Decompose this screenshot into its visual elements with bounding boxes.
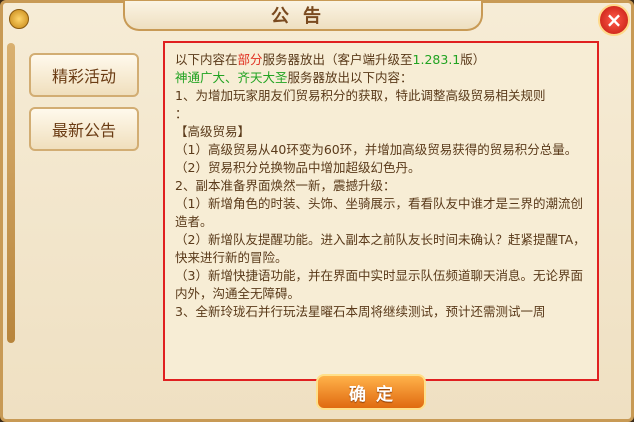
sidebar-item-events[interactable]: 精彩活动 — [29, 53, 139, 97]
sidebar-item-label: 精彩活动 — [51, 67, 116, 86]
announcement-line: 2、副本准备界面焕然一新，震撼升级： — [175, 178, 396, 193]
announcement-line: 神通广大、齐天大圣服务器放出以下内容： — [175, 70, 413, 85]
sidebar-item-announcements[interactable]: 最新公告 — [29, 107, 139, 151]
announcement-line: （3）新增快捷语功能，并在界面中实时显示队伍频道聊天消息。无论界面内外，沟通全无… — [175, 268, 583, 301]
announcement-line: ： — [175, 106, 188, 121]
announcement-dialog: 公告 精彩活动 最新公告 以下内容在部分服务器放出（客户端升级至1.283.1版… — [0, 0, 634, 422]
title-bar: 公告 — [123, 1, 483, 31]
announcement-line: （1）高级贸易从40环变为60环，并增加高级贸易获得的贸易积分总量。 — [175, 142, 578, 157]
corner-knot-icon — [9, 9, 29, 29]
sidebar-item-label: 最新公告 — [51, 121, 116, 140]
announcement-line: （2）新增队友提醒功能。进入副本之前队友长时间未确认？赶紧提醒TA，快来进行新的… — [175, 232, 586, 265]
announcement-line: （2）贸易积分兑换物品中增加超级幻色丹。 — [175, 160, 421, 175]
announcement-line: 【高级贸易】 — [175, 124, 251, 139]
confirm-button[interactable]: 确定 — [316, 374, 426, 410]
announcement-line: 3、全新玲珑石并行玩法星曜石本周将继续测试，预计还需测试一周 — [175, 304, 546, 319]
close-button[interactable]: × — [598, 4, 630, 36]
dialog-title: 公告 — [271, 6, 335, 27]
announcement-content[interactable]: 以下内容在部分服务器放出（客户端升级至1.283.1版） 神通广大、齐天大圣服务… — [163, 41, 599, 381]
confirm-label: 确定 — [349, 384, 403, 405]
announcement-line: 以下内容在部分服务器放出（客户端升级至1.283.1版） — [175, 52, 486, 67]
announcement-line: （1）新增角色的时装、头饰、坐骑展示，看看队友中谁才是三界的潮流创造者。 — [175, 196, 583, 229]
close-icon: × — [605, 8, 623, 32]
announcement-line: 1、为增加玩家朋友们贸易积分的获取，特此调整高级贸易相关规则 — [175, 88, 546, 103]
left-decoration — [7, 43, 15, 343]
